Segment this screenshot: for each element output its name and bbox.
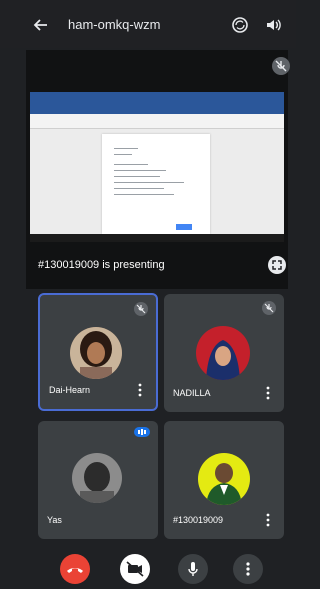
more-vert-icon [246, 562, 250, 576]
more-options-button[interactable] [233, 554, 263, 584]
document-page [102, 134, 210, 234]
shared-screen [30, 92, 284, 242]
avatar [70, 327, 122, 379]
microphone-icon [188, 562, 198, 576]
participant-name: Yas [47, 515, 62, 525]
participant-tile[interactable]: #130019009 [164, 421, 284, 539]
presenting-label: #130019009 is presenting [38, 259, 165, 271]
screen-taskbar [30, 234, 284, 242]
screen-button [176, 224, 192, 230]
top-bar: ham-omkq-wzm [0, 0, 296, 48]
participant-name: Dai-Hearn [49, 385, 91, 395]
meeting-code[interactable]: ham-omkq-wzm [68, 17, 160, 32]
end-call-button[interactable] [60, 554, 90, 584]
more-vert-icon[interactable] [266, 386, 270, 400]
presenter-mic-off-icon [272, 57, 290, 75]
avatar [72, 453, 122, 503]
more-vert-icon[interactable] [138, 383, 142, 397]
fullscreen-icon[interactable] [268, 256, 286, 274]
word-ribbon [30, 92, 284, 114]
switch-camera-icon[interactable] [231, 16, 249, 34]
call-controls [0, 548, 296, 589]
participant-tile[interactable]: Yas [38, 421, 158, 539]
camera-off-icon [126, 561, 144, 577]
phone-hangup-icon [67, 568, 83, 573]
mic-off-icon [134, 302, 148, 316]
word-toolbar [30, 114, 284, 129]
participant-name: NADILLA [173, 388, 211, 398]
avatar [198, 453, 250, 505]
avatar [196, 326, 250, 380]
camera-button[interactable] [120, 554, 150, 584]
participant-tile[interactable]: Dai-Hearn [38, 293, 158, 411]
participant-tile[interactable]: NADILLA [164, 294, 284, 412]
mic-off-icon [262, 301, 276, 315]
speaking-indicator-icon [134, 427, 150, 437]
back-arrow-icon[interactable] [33, 17, 49, 33]
speaker-icon[interactable] [264, 16, 282, 34]
participant-name: #130019009 [173, 515, 224, 525]
more-vert-icon[interactable] [266, 513, 270, 527]
microphone-button[interactable] [178, 554, 208, 584]
presentation-view[interactable]: #130019009 is presenting [26, 50, 290, 289]
